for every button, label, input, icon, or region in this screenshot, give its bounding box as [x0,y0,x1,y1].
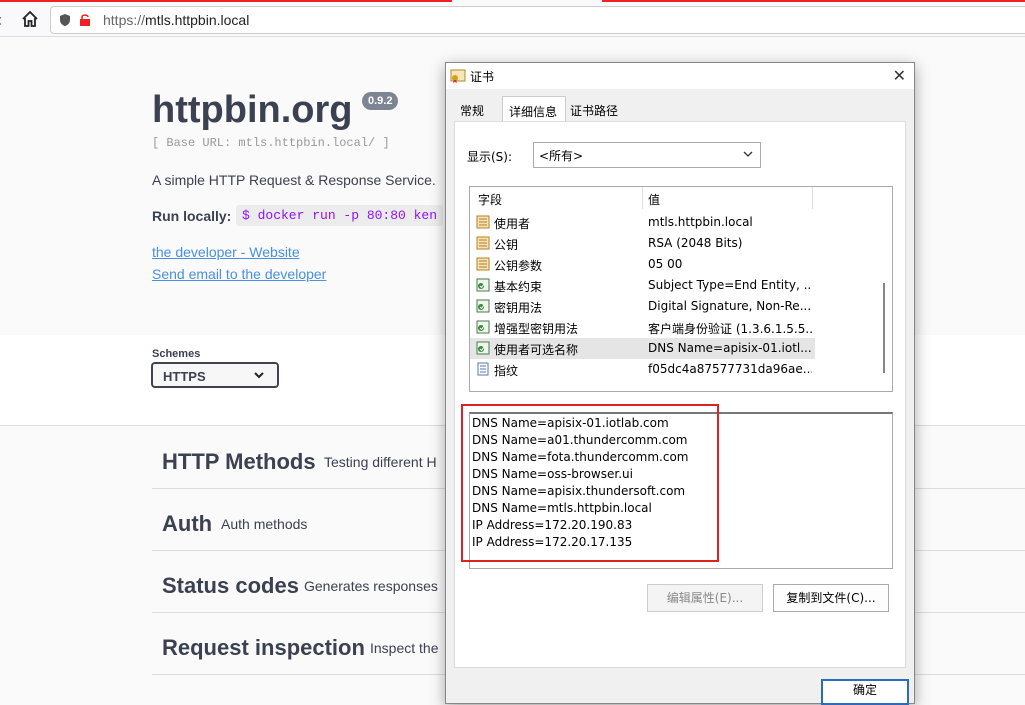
extension-icon [476,320,490,334]
tab-cert-path[interactable]: 证书路径 [564,99,626,121]
field-name: 增强型密钥用法 [494,322,579,336]
field-name: 使用者可选名称 [494,343,579,357]
address-bar[interactable]: https://mtls.httpbin.local [50,6,1025,34]
lock-icon[interactable] [79,13,91,27]
property-icon [476,215,490,229]
highlight-box [461,404,719,562]
base-url: [ Base URL: mtls.httpbin.local/ ] [152,136,390,150]
list-scrollbar[interactable] [876,187,892,391]
run-command: $ docker run -p 80:80 ken [236,205,444,226]
version-badge: 0.9.2 [362,92,399,110]
field-name: 指纹 [494,364,519,378]
field-name: 公钥参数 [494,259,543,273]
section-heading: HTTP Methods [162,449,316,474]
back-icon[interactable]: ‹ [0,10,2,31]
field-row[interactable]: 使用者可选名称 DNS Name=apisix-01.iotl... [470,338,815,359]
run-locally-label: Run locally: [152,208,232,224]
page-description: A simple HTTP Request & Response Service… [152,172,436,188]
field-value: Digital Signature, Non-Re... [648,299,812,313]
field-row[interactable]: 使用者 mtls.httpbin.local [470,212,876,233]
certificate-icon [450,69,466,83]
chevron-down-icon [254,372,264,379]
show-filter-select[interactable]: <所有> [533,142,761,168]
close-icon[interactable]: ✕ [893,66,906,85]
home-icon[interactable] [20,9,40,29]
field-value: RSA (2048 Bits) [648,236,743,250]
show-filter-value: <所有> [539,149,584,163]
details-panel: 显示(S): <所有> 字段 值 使用者 mtls.httpbin.local 公钥… [454,121,906,668]
section-description: Inspect the [370,640,439,656]
field-value: 客户端身份验证 (1.3.6.1.5.5.... [648,322,812,336]
schemes-value: HTTPS [163,369,206,384]
schemes-select[interactable]: HTTPS [151,362,279,388]
section-heading: Auth [162,511,213,536]
section-heading: Request inspection [162,635,365,660]
section-heading: Status codes [162,573,299,598]
column-field[interactable]: 字段 [478,191,502,208]
column-value[interactable]: 值 [648,191,660,208]
field-row[interactable]: 基本约束 Subject Type=End Entity, ... [470,275,876,296]
field-value: f05dc4a87577731da96ae... [648,362,812,376]
dialog-titlebar[interactable]: 证书 ✕ [446,63,914,89]
field-name: 基本约束 [494,280,543,294]
extension-icon [476,278,490,292]
developer-email-link[interactable]: Send email to the developer [152,266,326,282]
field-row[interactable]: 密钥用法 Digital Signature, Non-Re... [470,296,876,317]
field-name: 公钥 [494,238,519,252]
field-row[interactable]: 公钥参数 05 00 [470,254,876,275]
dialog-title: 证书 [470,70,495,84]
field-name: 密钥用法 [494,301,543,315]
schemes-label: Schemes [152,348,201,360]
section-description: Auth methods [221,516,308,532]
ok-button[interactable]: 确定 [821,679,909,705]
copy-to-file-button[interactable]: 复制到文件(C)... [773,584,889,612]
page-title: httpbin.org [152,89,353,131]
extension-icon [476,299,490,313]
field-value: DNS Name=apisix-01.iotl... [648,341,812,355]
field-value: mtls.httpbin.local [648,215,753,229]
developer-website-link[interactable]: the developer - Website [152,244,300,260]
show-label: 显示(S): [467,150,513,164]
section-description: Testing different H [324,454,437,470]
field-row[interactable]: 公钥 RSA (2048 Bits) [470,233,876,254]
section-description: Generates responses [304,578,438,594]
list-header: 字段 值 [470,187,876,209]
field-row[interactable]: 指纹 f05dc4a87577731da96ae... [470,359,876,380]
shield-icon[interactable] [59,13,71,27]
fields-list[interactable]: 字段 值 使用者 mtls.httpbin.local 公钥 RSA (2048 Bi… [469,186,893,392]
document-icon [476,362,490,376]
url-text: https://mtls.httpbin.local [103,12,250,28]
browser-toolbar: ‹ https://mtls.httpbin.local [0,2,1025,37]
property-icon [476,236,490,250]
chevron-down-icon [743,151,753,157]
tab-details[interactable]: 详细信息 [502,96,566,124]
field-value: 05 00 [648,257,683,271]
tab-general[interactable]: 常规 [454,99,498,121]
certificate-dialog: 证书 ✕ 常规 详细信息 证书路径 显示(S): <所有> 字段 值 使用者 mt… [445,62,915,705]
extension-icon [476,341,490,355]
field-row[interactable]: 增强型密钥用法 客户端身份验证 (1.3.6.1.5.5.... [470,317,876,338]
field-name: 使用者 [494,217,531,231]
field-value: Subject Type=End Entity, ... [648,278,812,292]
edit-properties-button[interactable]: 编辑属性(E)... [647,584,763,612]
property-icon [476,257,490,271]
